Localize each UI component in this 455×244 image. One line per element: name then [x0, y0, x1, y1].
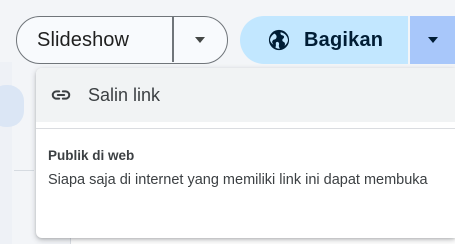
public-web-title: Publik di web — [48, 148, 135, 163]
menu-item-label: Salin link — [88, 84, 161, 105]
link-icon — [51, 90, 71, 100]
background-thumbnail — [0, 85, 24, 127]
menu-item-copy-link[interactable]: Salin link — [36, 68, 455, 122]
share-button-group: Bagikan — [240, 16, 455, 64]
slideshow-button[interactable]: Slideshow — [17, 17, 169, 63]
slideshow-button-group: Slideshow — [16, 16, 228, 64]
background-divider — [14, 170, 34, 171]
slideshow-options-button[interactable] — [174, 17, 226, 62]
app-window: Slideshow Bagikan Salin link Publik di w… — [0, 0, 455, 244]
globe-icon — [268, 29, 290, 51]
share-options-button[interactable] — [410, 16, 455, 64]
toolbar: Slideshow Bagikan — [0, 0, 455, 64]
share-button[interactable]: Bagikan — [240, 16, 408, 64]
share-dropdown-menu: Salin link Publik di web Siapa saja di i… — [36, 68, 455, 238]
menu-divider — [36, 128, 455, 129]
caret-down-icon — [195, 36, 205, 43]
share-button-label: Bagikan — [304, 28, 384, 51]
public-web-description: Siapa saja di internet yang memiliki lin… — [48, 172, 428, 188]
caret-down-icon — [427, 37, 438, 43]
